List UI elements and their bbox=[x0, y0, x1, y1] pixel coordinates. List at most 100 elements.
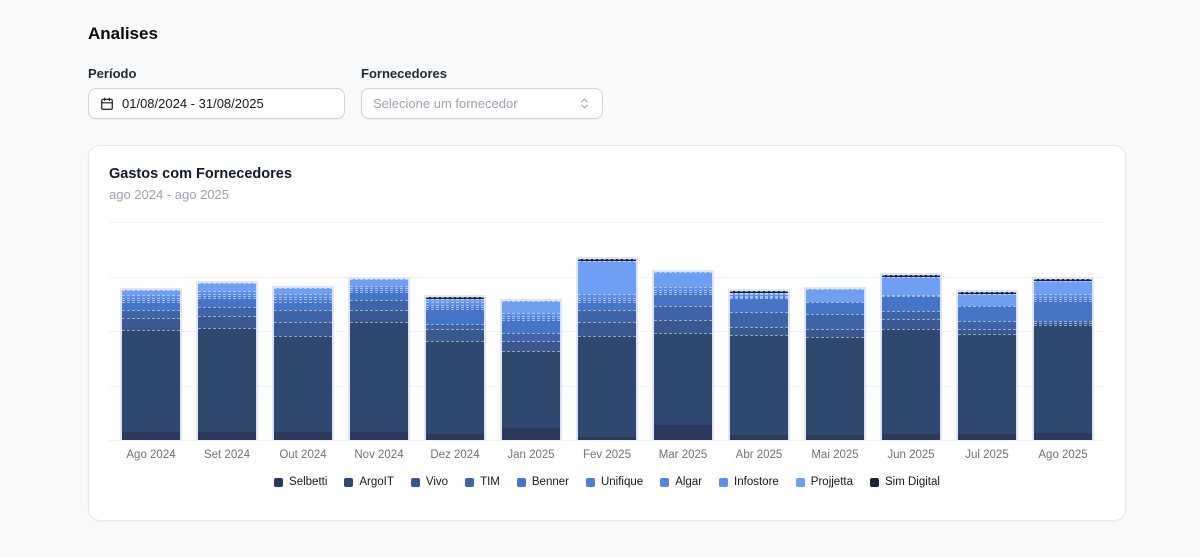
bar-segment-vivo[interactable] bbox=[578, 322, 636, 336]
bar-segment-benner[interactable] bbox=[882, 296, 940, 311]
legend-label: TIM bbox=[480, 476, 500, 488]
bar-segment-selbetti[interactable] bbox=[958, 434, 1016, 440]
bar-ago-2025[interactable] bbox=[1032, 277, 1094, 440]
bar-segment-projjetta[interactable] bbox=[882, 277, 940, 295]
bar-segment-argoit[interactable] bbox=[730, 335, 788, 435]
bar-segment-tim[interactable] bbox=[578, 310, 636, 322]
bar-segment-tim[interactable] bbox=[958, 321, 1016, 329]
bar-segment-benner[interactable] bbox=[426, 309, 484, 324]
bar-segment-benner[interactable] bbox=[654, 294, 712, 306]
bar-segment-selbetti[interactable] bbox=[806, 435, 864, 440]
bar-segment-selbetti[interactable] bbox=[198, 432, 256, 440]
bar-segment-tim[interactable] bbox=[274, 310, 332, 322]
bar-segment-argoit[interactable] bbox=[502, 351, 560, 428]
bar-set-2024[interactable] bbox=[196, 281, 258, 440]
bar-segment-tim[interactable] bbox=[350, 300, 408, 310]
bar-segment-tim[interactable] bbox=[882, 311, 940, 319]
bar-segment-selbetti[interactable] bbox=[730, 435, 788, 440]
date-range-input[interactable]: 01/08/2024 - 31/08/2025 bbox=[88, 88, 345, 119]
bar-segment-argoit[interactable] bbox=[350, 322, 408, 432]
bar-segment-projjetta[interactable] bbox=[1034, 281, 1092, 294]
bar-segment-selbetti[interactable] bbox=[1034, 433, 1092, 440]
page-title: Analises bbox=[88, 24, 1126, 44]
bar-segment-projjetta[interactable] bbox=[958, 294, 1016, 306]
bar-mai-2025[interactable] bbox=[804, 287, 866, 440]
bar-segment-argoit[interactable] bbox=[426, 341, 484, 434]
bar-abr-2025[interactable] bbox=[728, 289, 790, 440]
bar-segment-benner[interactable] bbox=[350, 292, 408, 300]
bar-segment-selbetti[interactable] bbox=[426, 434, 484, 440]
bar-segment-benner[interactable] bbox=[122, 302, 180, 310]
bar-dez-2024[interactable] bbox=[424, 295, 486, 440]
bar-segment-argoit[interactable] bbox=[806, 337, 864, 435]
stacked-bar-chart: Ago 2024Set 2024Out 2024Nov 2024Dez 2024… bbox=[109, 222, 1105, 488]
fornecedores-filter: Fornecedores Selecione um fornecedor bbox=[361, 66, 603, 119]
bar-segment-selbetti[interactable] bbox=[882, 434, 940, 440]
bar-segment-vivo[interactable] bbox=[502, 341, 560, 351]
bar-segment-selbetti[interactable] bbox=[274, 432, 332, 440]
bar-segment-projjetta[interactable] bbox=[502, 301, 560, 313]
legend-item-argoit: ArgoIT bbox=[344, 476, 394, 488]
bar-segment-benner[interactable] bbox=[198, 298, 256, 307]
bar-segment-projjetta[interactable] bbox=[806, 289, 864, 302]
bar-ago-2024[interactable] bbox=[120, 288, 182, 440]
bar-segment-selbetti[interactable] bbox=[350, 432, 408, 440]
bar-segment-selbetti[interactable] bbox=[502, 428, 560, 440]
bar-segment-argoit[interactable] bbox=[654, 333, 712, 425]
bar-segment-selbetti[interactable] bbox=[654, 425, 712, 440]
bar-segment-tim[interactable] bbox=[122, 310, 180, 318]
bar-segment-benner[interactable] bbox=[730, 298, 788, 312]
bar-segment-argoit[interactable] bbox=[578, 336, 636, 437]
bar-segment-benner[interactable] bbox=[958, 306, 1016, 321]
bar-segment-projjetta[interactable] bbox=[578, 261, 636, 294]
bar-segment-vivo[interactable] bbox=[654, 320, 712, 333]
legend-label: Algar bbox=[675, 476, 702, 488]
bar-jul-2025[interactable] bbox=[956, 290, 1018, 440]
bar-segment-vivo[interactable] bbox=[198, 316, 256, 328]
bar-segment-argoit[interactable] bbox=[882, 329, 940, 434]
bar-segment-argoit[interactable] bbox=[274, 336, 332, 432]
legend-swatch bbox=[465, 478, 474, 487]
legend-item-sim-digital: Sim Digital bbox=[870, 476, 940, 488]
bar-nov-2024[interactable] bbox=[348, 277, 410, 440]
bar-segment-tim[interactable] bbox=[198, 307, 256, 316]
legend-swatch bbox=[517, 478, 526, 487]
bar-segment-benner[interactable] bbox=[502, 320, 560, 333]
bar-segment-tim[interactable] bbox=[502, 333, 560, 341]
bar-segment-tim[interactable] bbox=[806, 314, 864, 329]
bar-segment-projjetta[interactable] bbox=[350, 279, 408, 286]
chevrons-up-down-icon bbox=[578, 97, 591, 110]
bar-segment-vivo[interactable] bbox=[806, 329, 864, 337]
bar-segment-benner[interactable] bbox=[806, 302, 864, 314]
bar-segment-projjetta[interactable] bbox=[198, 283, 256, 291]
bar-segment-tim[interactable] bbox=[730, 312, 788, 327]
legend-swatch bbox=[411, 478, 420, 487]
bar-segment-vivo[interactable] bbox=[882, 319, 940, 329]
bar-segment-vivo[interactable] bbox=[274, 322, 332, 336]
bar-segment-benner[interactable] bbox=[274, 302, 332, 310]
x-axis-label: Jul 2025 bbox=[956, 449, 1018, 461]
bar-segment-selbetti[interactable] bbox=[578, 437, 636, 440]
analises-page: Analises Período 01/08/2024 - 31/08/2025… bbox=[0, 0, 1200, 521]
legend-item-algar: Algar bbox=[660, 476, 702, 488]
bar-segment-selbetti[interactable] bbox=[122, 432, 180, 440]
bar-jan-2025[interactable] bbox=[500, 299, 562, 440]
bar-segment-argoit[interactable] bbox=[958, 334, 1016, 434]
bar-fev-2025[interactable] bbox=[576, 257, 638, 440]
bar-segment-vivo[interactable] bbox=[350, 310, 408, 322]
bar-segment-projjetta[interactable] bbox=[654, 272, 712, 287]
bar-segment-argoit[interactable] bbox=[1034, 325, 1092, 433]
bar-segment-benner[interactable] bbox=[1034, 301, 1092, 321]
bar-jun-2025[interactable] bbox=[880, 273, 942, 440]
bar-segment-benner[interactable] bbox=[578, 302, 636, 310]
bar-mar-2025[interactable] bbox=[652, 270, 714, 440]
fornecedor-select[interactable]: Selecione um fornecedor bbox=[361, 88, 603, 119]
bar-segment-vivo[interactable] bbox=[426, 329, 484, 341]
bar-segment-vivo[interactable] bbox=[730, 327, 788, 335]
fornecedores-label: Fornecedores bbox=[361, 66, 603, 81]
bar-segment-argoit[interactable] bbox=[122, 330, 180, 432]
bar-segment-argoit[interactable] bbox=[198, 328, 256, 432]
bar-out-2024[interactable] bbox=[272, 286, 334, 440]
bar-segment-vivo[interactable] bbox=[122, 318, 180, 330]
bar-segment-tim[interactable] bbox=[654, 306, 712, 320]
